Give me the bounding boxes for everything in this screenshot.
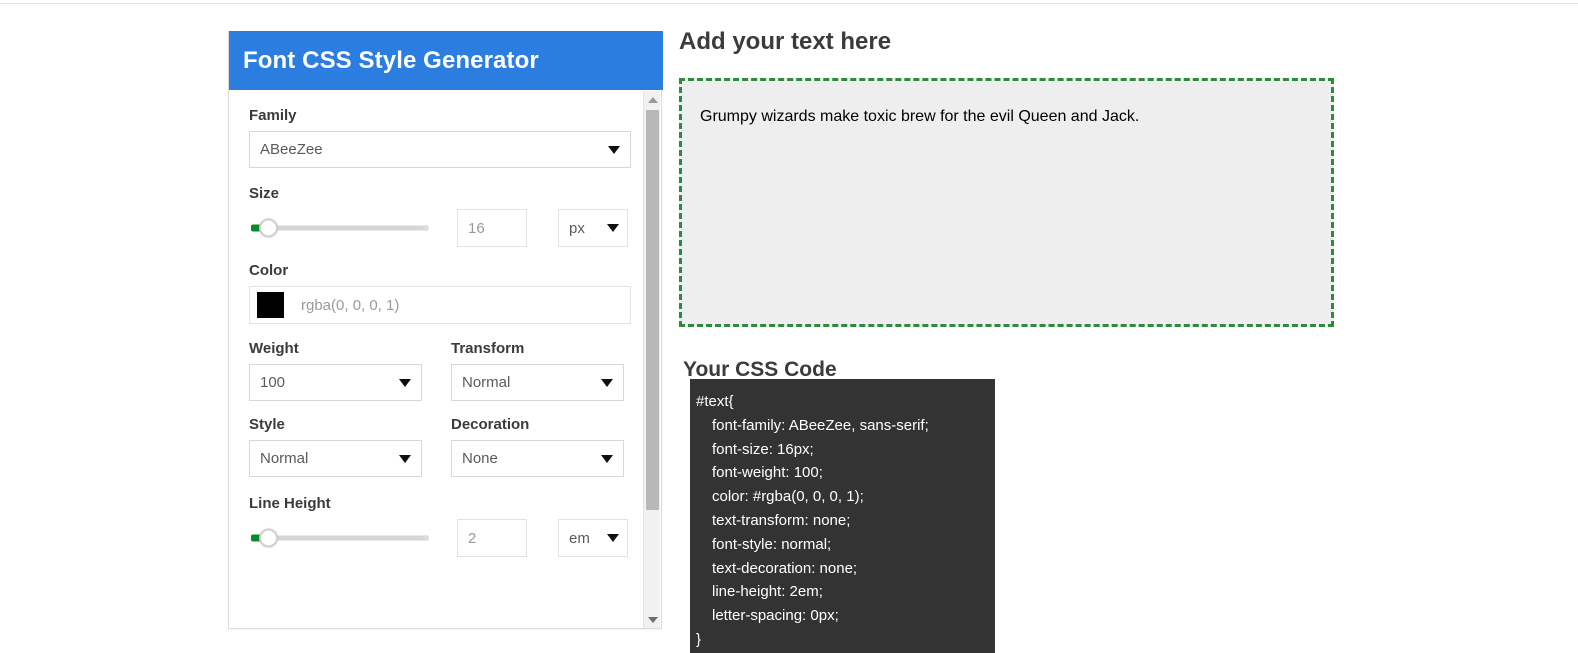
text-preview-area[interactable]: Grumpy wizards make toxic brew for the e… [679, 78, 1334, 327]
generator-panel: Font CSS Style Generator Family ABeeZee … [228, 31, 663, 629]
decoration-label: Decoration [451, 416, 530, 433]
size-label: Size [249, 185, 280, 202]
style-select[interactable]: Normal [249, 440, 422, 477]
line-height-slider-track-end [423, 535, 429, 541]
scroll-up-icon[interactable] [644, 91, 661, 108]
decoration-group: Decoration None [451, 417, 624, 477]
color-value: rgba(0, 0, 0, 1) [301, 296, 400, 314]
chevron-down-icon [608, 145, 620, 154]
panel-body: Family ABeeZee Size 16 px Color rgba(0, … [229, 90, 663, 629]
top-divider [0, 3, 1578, 4]
line-height-row: 2 em [249, 519, 631, 557]
style-group: Style Normal [249, 417, 422, 477]
preview-heading: Add your text here [679, 28, 892, 55]
page-root: Font CSS Style Generator Family ABeeZee … [0, 0, 1578, 653]
panel-scrollbar[interactable] [643, 91, 660, 628]
chevron-down-icon [399, 454, 411, 463]
color-picker[interactable]: rgba(0, 0, 0, 1) [249, 286, 631, 324]
weight-select[interactable]: 100 [249, 364, 422, 401]
chevron-down-icon [607, 224, 619, 232]
style-label: Style [249, 416, 285, 433]
size-input[interactable]: 16 [457, 209, 527, 247]
size-unit-value: px [569, 219, 585, 237]
scrollbar-thumb[interactable] [646, 110, 659, 510]
code-line: text-decoration: none; [712, 559, 858, 577]
scroll-down-icon[interactable] [644, 611, 661, 628]
code-line: text-transform: none; [712, 511, 851, 529]
code-line: font-weight: 100; [712, 464, 823, 482]
family-label: Family [249, 107, 297, 124]
line-height-slider[interactable] [249, 520, 429, 557]
code-line: color: #rgba(0, 0, 0, 1); [712, 488, 864, 506]
line-height-label: Line Height [249, 495, 331, 512]
color-label: Color [249, 262, 289, 279]
chevron-down-icon [399, 378, 411, 387]
weight-transform-row: Weight 100 Transform Normal [249, 341, 631, 401]
chevron-down-icon [601, 454, 613, 463]
preview-text: Grumpy wizards make toxic brew for the e… [700, 108, 1140, 125]
weight-value: 100 [260, 374, 286, 391]
font-family-select[interactable]: ABeeZee [249, 131, 631, 168]
css-code-block: #text{ font-family: ABeeZee, sans-serif;… [690, 379, 995, 653]
chevron-down-icon [601, 378, 613, 387]
transform-select[interactable]: Normal [451, 364, 624, 401]
code-line: #text{ [696, 393, 734, 410]
code-line: } [696, 630, 702, 648]
style-decoration-row: Style Normal Decoration None [249, 417, 631, 477]
transform-label: Transform [451, 340, 525, 357]
code-line: font-style: normal; [712, 535, 832, 553]
transform-value: Normal [462, 374, 511, 391]
decoration-select[interactable]: None [451, 440, 624, 477]
panel-title: Font CSS Style Generator [229, 31, 663, 90]
color-swatch[interactable] [257, 292, 284, 318]
decoration-value: None [462, 450, 498, 467]
code-line: font-family: ABeeZee, sans-serif; [712, 416, 929, 434]
weight-label: Weight [249, 340, 299, 357]
code-line: letter-spacing: 0px; [712, 607, 839, 625]
line-height-unit-select[interactable]: em [558, 519, 628, 557]
font-family-value: ABeeZee [260, 141, 323, 158]
line-height-slider-thumb[interactable] [259, 528, 278, 548]
transform-group: Transform Normal [451, 341, 624, 401]
line-height-value: 2 [468, 529, 477, 547]
size-slider[interactable] [249, 210, 429, 247]
code-line: font-size: 16px; [712, 440, 814, 458]
preview-header: Add your text here [679, 28, 1339, 57]
line-height-unit-value: em [569, 529, 590, 547]
style-value: Normal [260, 450, 309, 467]
size-slider-track-end [423, 225, 429, 231]
size-unit-select[interactable]: px [558, 209, 628, 247]
chevron-down-icon [607, 534, 619, 542]
size-row: 16 px [249, 209, 631, 247]
code-line: line-height: 2em; [712, 583, 823, 601]
line-height-input[interactable]: 2 [457, 519, 527, 557]
size-slider-thumb[interactable] [259, 218, 278, 238]
size-value: 16 [468, 219, 485, 237]
weight-group: Weight 100 [249, 341, 422, 401]
